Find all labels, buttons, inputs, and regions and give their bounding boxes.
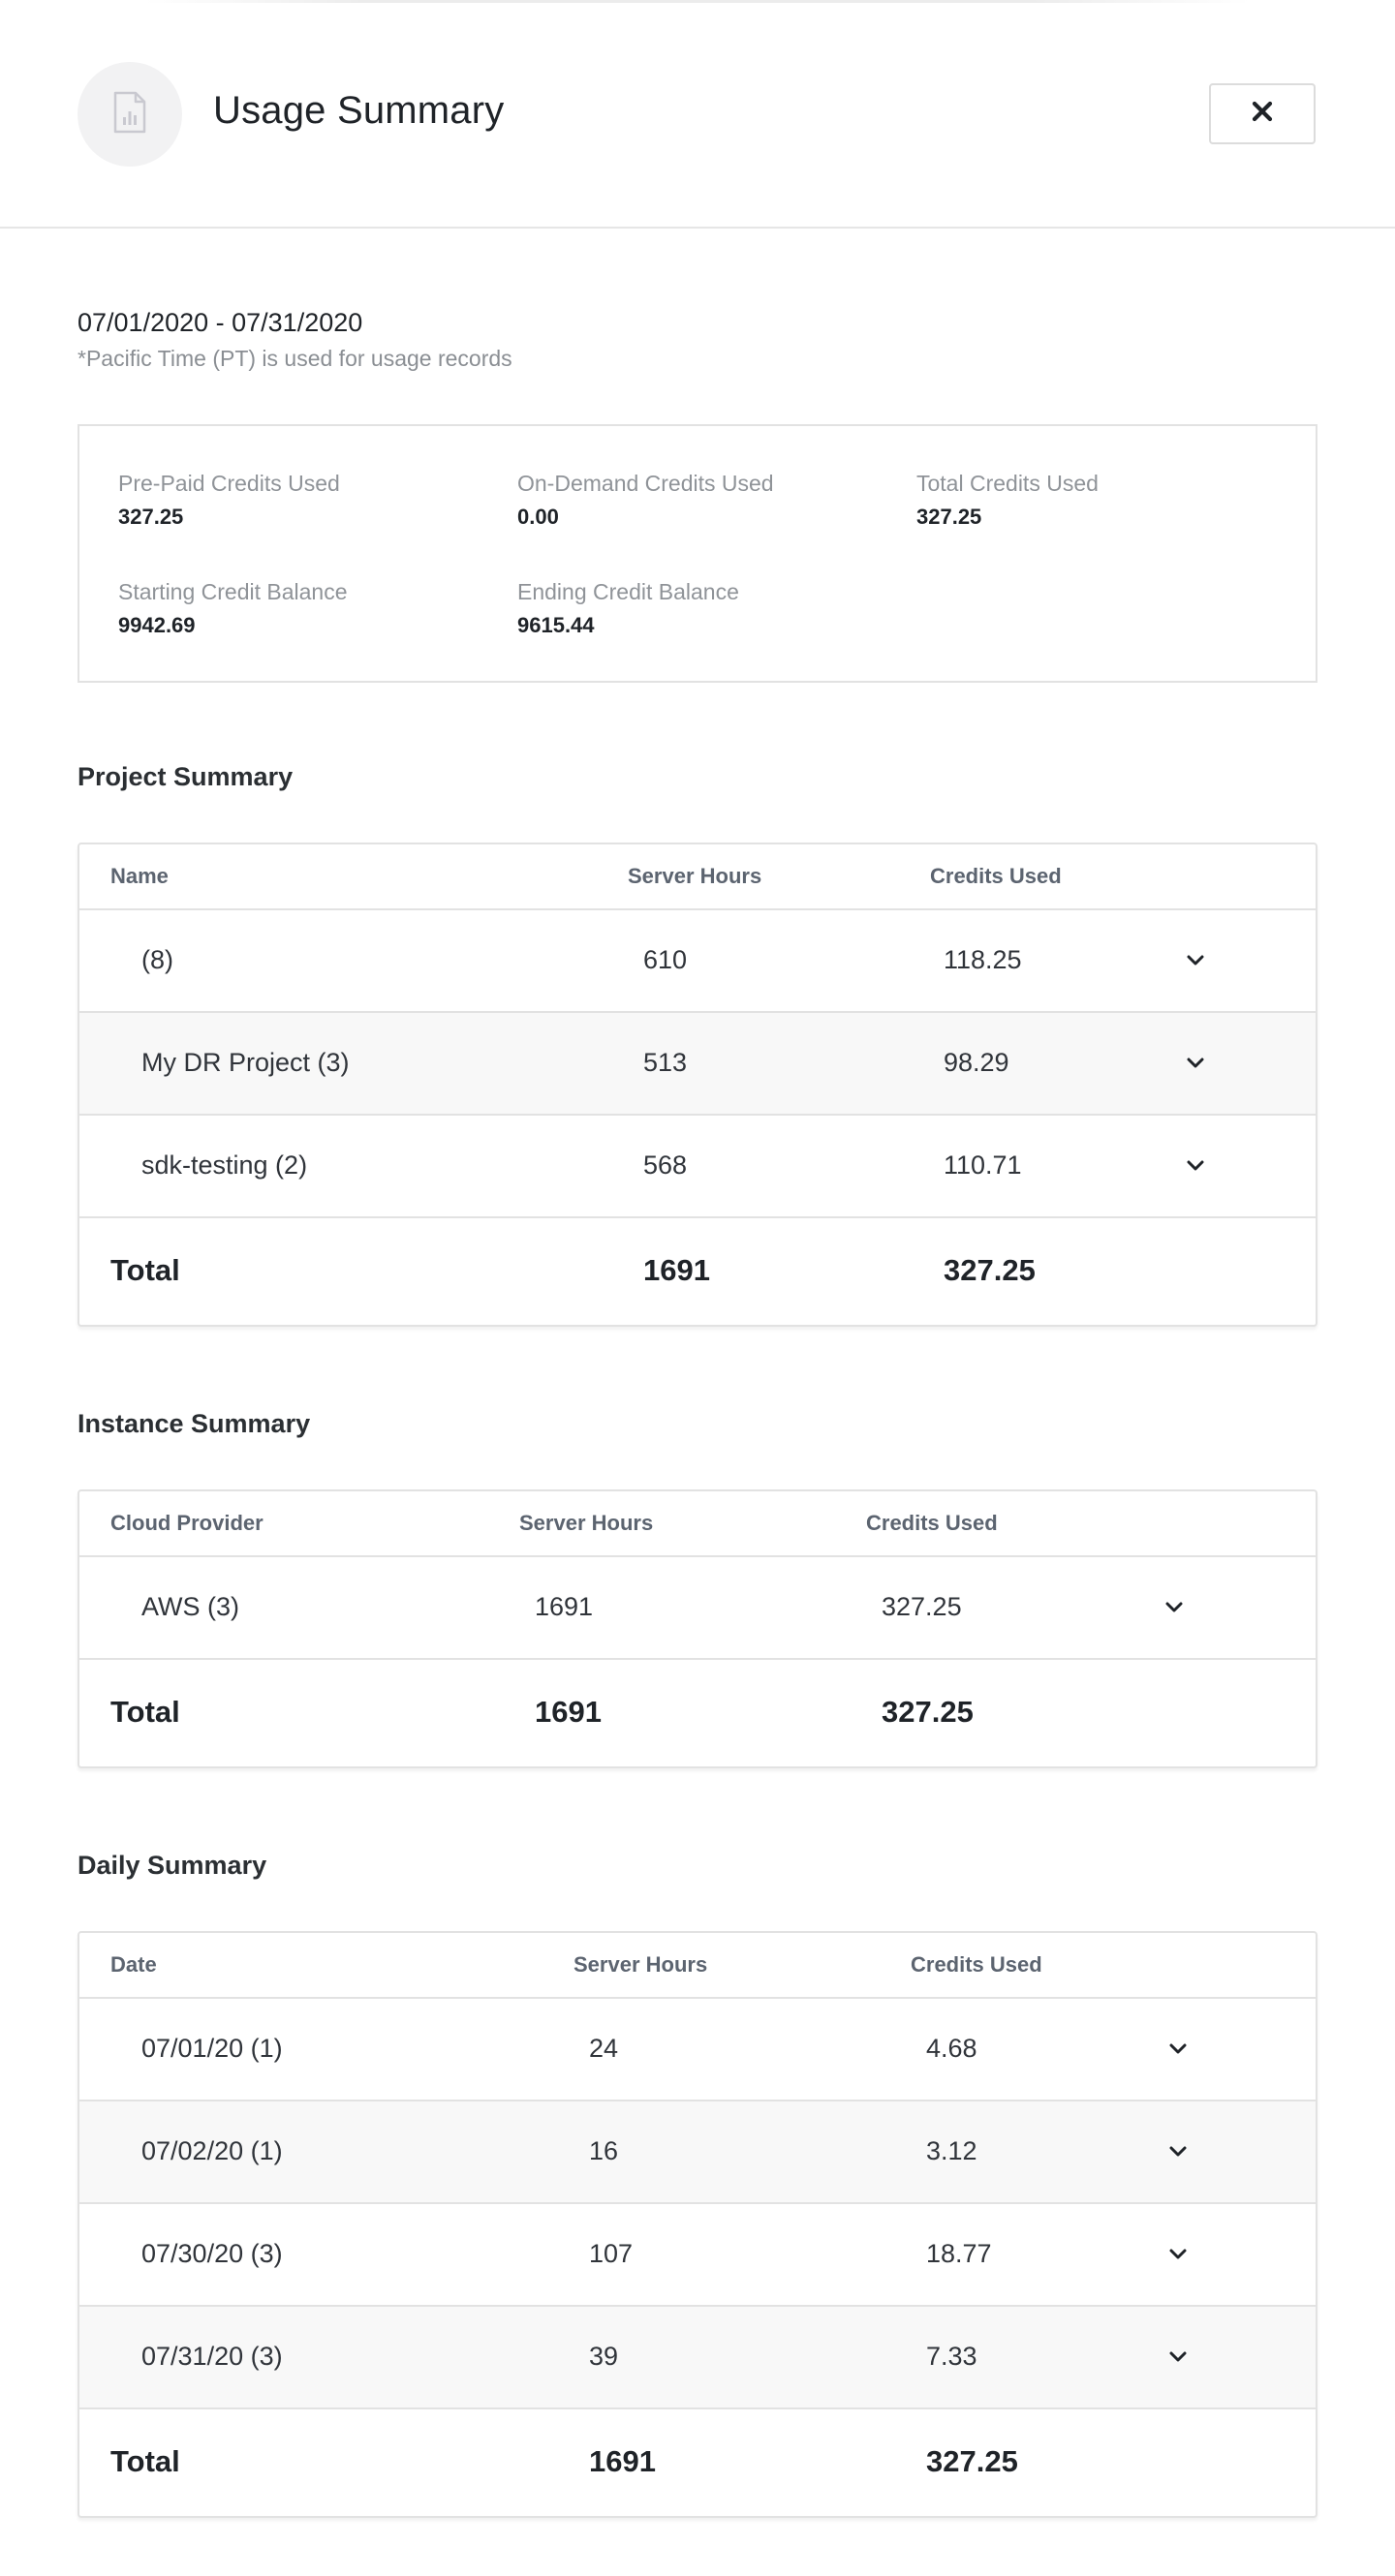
- date-range: 07/01/2020 - 07/31/2020: [78, 308, 363, 337]
- column-header-server-hours: Server Hours: [628, 864, 762, 888]
- instance-summary-title: Instance Summary: [78, 1409, 311, 1438]
- ondemand-credits: On-Demand Credits Used 0.00: [517, 471, 774, 530]
- table-header: Name Server Hours Credits Used: [79, 844, 1316, 910]
- row-server-hours: 1691: [535, 1592, 594, 1621]
- row-name: (8): [141, 945, 173, 974]
- row-server-hours: 16: [589, 2136, 619, 2165]
- row-server-hours: 107: [589, 2239, 634, 2268]
- total-credits-used: 327.25: [926, 2444, 1018, 2478]
- ending-balance: Ending Credit Balance 9615.44: [517, 579, 739, 638]
- table-total-row: Total 1691 327.25: [79, 1218, 1316, 1325]
- timezone-note: *Pacific Time (PT) is used for usage rec…: [78, 346, 512, 371]
- close-x-icon: [1251, 100, 1274, 128]
- table-header: Cloud Provider Server Hours Credits Used: [79, 1491, 1316, 1557]
- row-date: 07/30/20 (3): [141, 2239, 283, 2268]
- ondemand-credits-value: 0.00: [517, 505, 559, 529]
- row-date: 07/01/20 (1): [141, 2034, 283, 2063]
- daily-summary-table: Date Server Hours Credits Used 07/01/20 …: [78, 1931, 1318, 2518]
- column-header-credits-used: Credits Used: [866, 1511, 998, 1535]
- total-label: Total: [110, 1253, 180, 1287]
- total-credits-value: 327.25: [916, 505, 982, 529]
- page-title: Usage Summary: [213, 89, 505, 132]
- table-header: Date Server Hours Credits Used: [79, 1933, 1316, 1999]
- row-credits-used: 7.33: [926, 2342, 977, 2371]
- row-server-hours: 24: [589, 2034, 619, 2063]
- total-credits-used: 327.25: [944, 1253, 1036, 1287]
- row-server-hours: 39: [589, 2342, 619, 2371]
- total-label: Total: [110, 1695, 180, 1729]
- column-header-cloud-provider: Cloud Provider: [110, 1511, 264, 1535]
- total-server-hours: 1691: [643, 1253, 710, 1287]
- row-credits-used: 4.68: [926, 2034, 977, 2063]
- row-credits-used: 110.71: [944, 1150, 1022, 1180]
- row-name: sdk-testing (2): [141, 1150, 308, 1180]
- row-name: AWS (3): [141, 1592, 239, 1621]
- total-credits-label: Total Credits Used: [916, 471, 1099, 496]
- table-total-row: Total 1691 327.25: [79, 1660, 1316, 1766]
- table-row[interactable]: 07/02/20 (1) 16 3.12: [79, 2101, 1316, 2204]
- column-header-credits-used: Credits Used: [930, 864, 1062, 888]
- row-credits-used: 3.12: [926, 2136, 977, 2165]
- credits-overview: Pre-Paid Credits Used 327.25 On-Demand C…: [78, 424, 1318, 683]
- row-credits-used: 98.29: [944, 1048, 1009, 1077]
- table-row[interactable]: (8) 610 118.25: [79, 910, 1316, 1013]
- row-credits-used: 18.77: [926, 2239, 992, 2268]
- instance-summary-table: Cloud Provider Server Hours Credits Used…: [78, 1489, 1318, 1768]
- row-server-hours: 513: [643, 1048, 688, 1077]
- chevron-down-icon[interactable]: [1178, 943, 1213, 978]
- column-header-credits-used: Credits Used: [911, 1952, 1042, 1977]
- total-server-hours: 1691: [535, 1695, 602, 1729]
- table-row[interactable]: My DR Project (3) 513 98.29: [79, 1013, 1316, 1116]
- prepaid-credits: Pre-Paid Credits Used 327.25: [118, 471, 340, 530]
- table-row[interactable]: sdk-testing (2) 568 110.71: [79, 1116, 1316, 1218]
- chevron-down-icon[interactable]: [1161, 2032, 1195, 2067]
- chevron-down-icon[interactable]: [1178, 1046, 1213, 1081]
- row-credits-used: 327.25: [882, 1592, 962, 1621]
- total-label: Total: [110, 2444, 180, 2478]
- project-summary-table: Name Server Hours Credits Used (8) 610 1…: [78, 843, 1318, 1327]
- prepaid-credits-value: 327.25: [118, 505, 184, 529]
- close-button[interactable]: [1209, 83, 1316, 144]
- chevron-down-icon[interactable]: [1178, 1149, 1213, 1183]
- row-credits-used: 118.25: [944, 945, 1022, 974]
- report-badge: [78, 62, 182, 167]
- chevron-down-icon[interactable]: [1157, 1590, 1192, 1625]
- ondemand-credits-label: On-Demand Credits Used: [517, 471, 774, 496]
- column-header-server-hours: Server Hours: [519, 1511, 654, 1535]
- starting-balance-value: 9942.69: [118, 613, 196, 637]
- table-row[interactable]: 07/01/20 (1) 24 4.68: [79, 1999, 1316, 2101]
- total-credits: Total Credits Used 327.25: [916, 471, 1099, 530]
- table-row[interactable]: AWS (3) 1691 327.25: [79, 1557, 1316, 1660]
- starting-balance: Starting Credit Balance 9942.69: [118, 579, 348, 638]
- project-summary-title: Project Summary: [78, 762, 294, 791]
- table-row[interactable]: 07/31/20 (3) 39 7.33: [79, 2307, 1316, 2409]
- column-header-date: Date: [110, 1952, 157, 1977]
- row-server-hours: 610: [643, 945, 688, 974]
- ending-balance-value: 9615.44: [517, 613, 595, 637]
- prepaid-credits-label: Pre-Paid Credits Used: [118, 471, 340, 496]
- bar-chart-document-icon: [113, 91, 146, 138]
- row-date: 07/31/20 (3): [141, 2342, 283, 2371]
- chevron-down-icon[interactable]: [1161, 2237, 1195, 2272]
- chevron-down-icon[interactable]: [1161, 2340, 1195, 2375]
- total-server-hours: 1691: [589, 2444, 656, 2478]
- modal-header: Usage Summary: [0, 0, 1395, 229]
- row-name: My DR Project (3): [141, 1048, 350, 1077]
- chevron-down-icon[interactable]: [1161, 2134, 1195, 2169]
- total-credits-used: 327.25: [882, 1695, 974, 1729]
- daily-summary-title: Daily Summary: [78, 1851, 267, 1880]
- table-total-row: Total 1691 327.25: [79, 2409, 1316, 2516]
- table-row[interactable]: 07/30/20 (3) 107 18.77: [79, 2204, 1316, 2307]
- column-header-name: Name: [110, 864, 169, 888]
- starting-balance-label: Starting Credit Balance: [118, 579, 348, 604]
- column-header-server-hours: Server Hours: [574, 1952, 708, 1977]
- row-server-hours: 568: [643, 1150, 688, 1180]
- row-date: 07/02/20 (1): [141, 2136, 283, 2165]
- ending-balance-label: Ending Credit Balance: [517, 579, 739, 604]
